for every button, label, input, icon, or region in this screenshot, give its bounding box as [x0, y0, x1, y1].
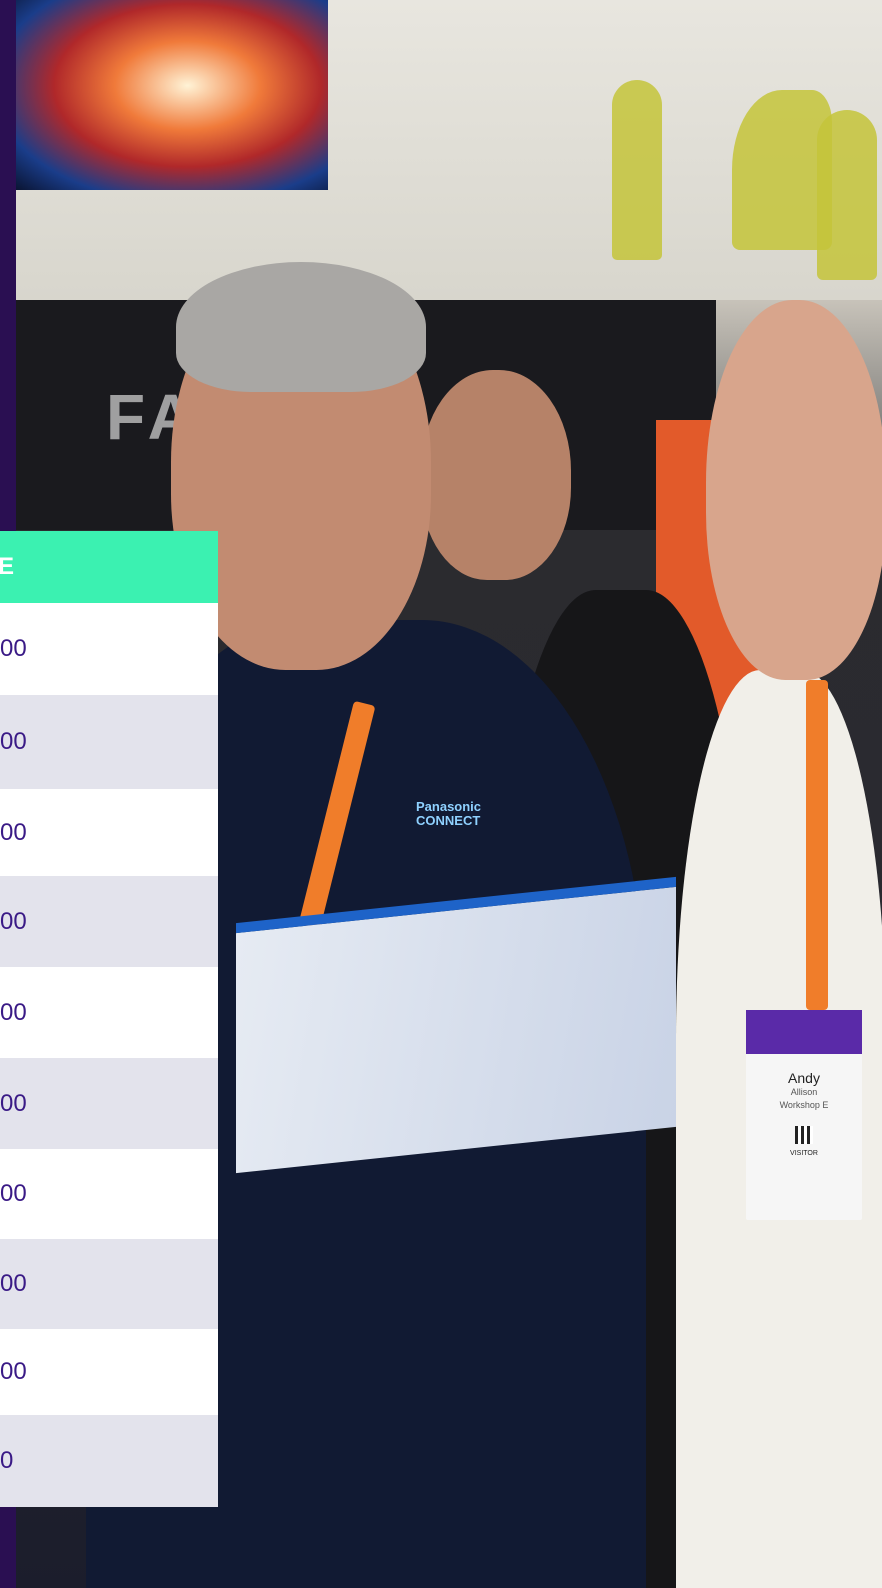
schedule-table: E 00 00 00 00 00 00 00 00 00 0 — [0, 531, 218, 1507]
table-row: 00 — [0, 967, 218, 1058]
table-header-label: E — [0, 553, 15, 580]
table-row: 00 — [0, 1239, 218, 1329]
shirt-logo: Panasonic CONNECT — [416, 799, 482, 828]
table-row: 0 — [0, 1415, 218, 1507]
table-row: 00 — [0, 603, 218, 695]
brochure — [236, 876, 676, 1174]
restroom-signage — [582, 0, 882, 300]
table-row: 00 — [0, 695, 218, 789]
table-row: 00 — [0, 1149, 218, 1239]
table-row: 00 — [0, 789, 218, 876]
badge-name: Andy — [788, 1070, 820, 1086]
badge-session: Workshop E — [779, 1100, 829, 1110]
badge-company: Allison — [790, 1087, 818, 1097]
qr-code-icon — [795, 1126, 813, 1144]
table-row: 00 — [0, 1329, 218, 1415]
badge-role: VISITOR — [790, 1150, 818, 1157]
table-row: 00 — [0, 1058, 218, 1149]
lanyard-right — [806, 680, 828, 1010]
table-row: 00 — [0, 876, 218, 967]
display-screen — [16, 0, 328, 190]
name-badge: Andy Allison Workshop E VISITOR — [746, 1010, 862, 1220]
table-header: E — [0, 531, 218, 603]
